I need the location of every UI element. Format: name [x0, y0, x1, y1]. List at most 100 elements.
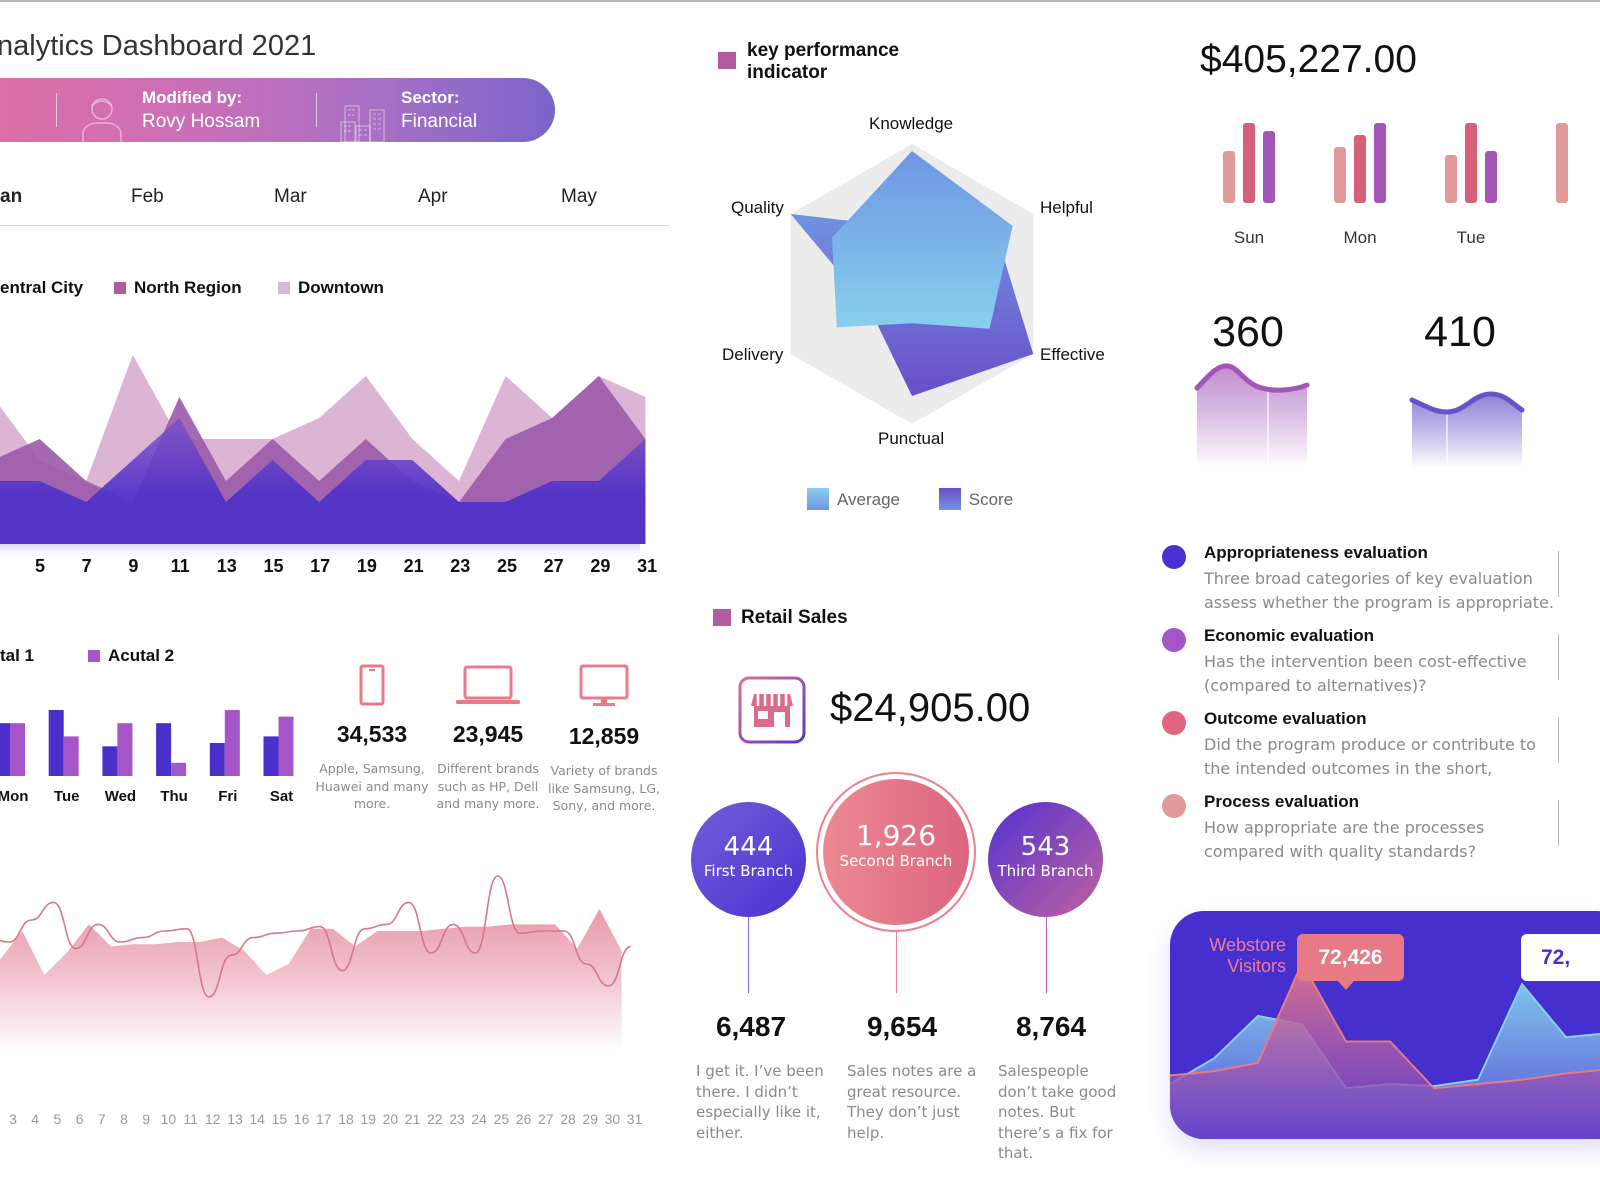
info-banner: Modified by: Rovy Hossam Sector: Financi…	[0, 78, 555, 142]
x-tick-label: 7	[81, 556, 92, 576]
monitor-icon	[579, 664, 629, 706]
device-description: Different brands such as HP, Dell and ma…	[436, 761, 540, 811]
radar-legend: Average Score	[807, 488, 1013, 510]
branch-total: 6,487	[715, 1011, 787, 1042]
eval-dot	[1162, 794, 1186, 818]
tab-month-feb[interactable]: Feb	[131, 186, 164, 208]
device-monitor: 12,859 Variety of brands like Samsung, L…	[544, 664, 664, 815]
x-tick-label: 21	[404, 1111, 421, 1127]
radar-axis-effective: Effective	[1040, 345, 1105, 364]
branch-value: 543	[1020, 832, 1071, 862]
legend-downtown: Downtown	[278, 278, 384, 298]
x-tick-label: 9	[142, 1111, 151, 1127]
bar-tue-2	[63, 736, 79, 776]
branch-first[interactable]: 444 First Branch	[691, 802, 806, 917]
store-icon	[738, 676, 806, 744]
bar-thu-1	[156, 723, 172, 776]
eval-title: Appropriateness evaluation	[1204, 543, 1428, 562]
eval-description: Did the program produce or contribute to…	[1204, 735, 1536, 778]
sector-label: Sector:	[401, 88, 460, 107]
eval-description: How appropriate are the processes compar…	[1204, 818, 1485, 861]
x-tick-label: 25	[496, 556, 518, 576]
x-tick-label: 21	[403, 556, 424, 576]
x-tick-label: 31	[626, 1111, 643, 1127]
tab-month-apr[interactable]: Apr	[418, 186, 448, 208]
eval-description: Has the intervention been cost-effective…	[1204, 652, 1527, 695]
mini-area-chart-1	[1194, 363, 1310, 468]
top-border	[0, 0, 1600, 2]
radar-axis-delivery: Delivery	[722, 345, 784, 364]
x-tick-label: 27	[543, 556, 564, 576]
x-tick-label: 15	[271, 1111, 288, 1127]
eval-item-process: Process evaluation How appropriate are t…	[1162, 792, 1600, 862]
radar-axis-knowledge: Knowledge	[869, 114, 954, 133]
eval-divider	[1558, 717, 1559, 763]
bar-day-label: Tue	[53, 788, 80, 805]
weekday-label: Sun	[1233, 228, 1265, 247]
weekday-label: Mon	[1343, 228, 1377, 247]
retail-title: Retail Sales	[741, 607, 848, 628]
eval-item-outcome: Outcome evaluation Did the program produ…	[1162, 709, 1600, 779]
tab-month-jan[interactable]: an	[0, 186, 22, 208]
x-tick-label: 20	[382, 1111, 399, 1127]
bar-chart-legend: tal 1 Acutal 2	[0, 646, 300, 670]
legend-north-region: North Region	[114, 278, 242, 298]
legend-swatch	[88, 650, 100, 662]
smartphone-icon	[359, 664, 385, 706]
x-tick-label: 19	[360, 1111, 376, 1127]
x-tick-label: 12	[205, 1111, 221, 1127]
weekly-bar-tue	[1445, 155, 1457, 203]
bar-day-label: Fri	[218, 788, 238, 805]
weekly-bar-sun	[1223, 151, 1235, 203]
device-laptop: 23,945 Different brands such as HP, Dell…	[428, 664, 548, 813]
eval-dot	[1162, 545, 1186, 569]
modified-by-label: Modified by:	[142, 88, 243, 107]
x-tick-label: 19	[356, 556, 377, 576]
eval-dot	[1162, 711, 1186, 735]
webstore-visitors-card: Webstore Visitors 72,426 72,	[1170, 911, 1600, 1139]
eval-title: Process evaluation	[1204, 792, 1359, 811]
branch-description: Salespeople don’t take good notes. But t…	[998, 1062, 1117, 1162]
bar-thu-2	[171, 762, 187, 776]
line-chart-x-axis: 3 4 5 6 7 8 9 10 11 12 13 14 15 16 17 18 19 20 21 22 23 24 25 2…	[0, 1111, 660, 1131]
eval-dot	[1162, 628, 1186, 652]
branch-second[interactable]: 1,926 Second Branch	[823, 779, 969, 925]
x-tick-label: 5	[34, 556, 46, 576]
bar-chart-x-axis: Mon Tue Wed Thu Fri Sat	[0, 788, 310, 808]
legend-central-city: entral City	[0, 278, 84, 297]
x-tick-label: 15	[263, 556, 284, 576]
branch-total: 8,764	[1015, 1011, 1087, 1042]
laptop-icon	[456, 665, 520, 704]
legend-swatch	[114, 282, 126, 294]
x-tick-label: 18	[338, 1111, 354, 1127]
metric-value: 410	[1424, 308, 1496, 356]
metric-value: 360	[1212, 308, 1284, 356]
retail-legend-square	[713, 609, 731, 626]
branch-description: Sales notes are a great resource. They d…	[847, 1062, 977, 1142]
x-tick-label: 28	[560, 1111, 576, 1127]
total-amount: $405,227.00	[1200, 38, 1417, 81]
device-description: Variety of brands like Samsung, LG, Sony…	[547, 763, 661, 813]
tab-month-may[interactable]: May	[561, 186, 597, 208]
bar-tue-1	[48, 710, 64, 776]
x-tick-label: 6	[75, 1111, 84, 1127]
branch-connector	[1046, 917, 1047, 993]
area-chart	[0, 355, 646, 560]
x-tick-label: 4	[31, 1111, 40, 1127]
weekly-bar-sun	[1263, 131, 1275, 203]
x-tick-label: 8	[120, 1111, 128, 1127]
kpi-legend-square	[718, 52, 736, 69]
bar-fri-2	[224, 710, 240, 776]
weekly-bar-mon	[1334, 147, 1346, 203]
x-tick-label: 17	[310, 556, 331, 576]
branch-third[interactable]: 543 Third Branch	[988, 802, 1103, 917]
weekly-bar-mon	[1374, 123, 1386, 203]
device-smartphone: 34,533 Apple, Samsung, Huawei and many m…	[312, 664, 432, 813]
x-tick-label: 14	[249, 1111, 265, 1127]
x-tick-label: 16	[293, 1111, 310, 1127]
device-count: 34,533	[336, 721, 408, 747]
banner-divider	[316, 93, 317, 127]
weekly-bar-tue	[1465, 123, 1477, 203]
x-tick-label: 22	[427, 1111, 443, 1127]
tab-month-mar[interactable]: Mar	[274, 186, 307, 208]
